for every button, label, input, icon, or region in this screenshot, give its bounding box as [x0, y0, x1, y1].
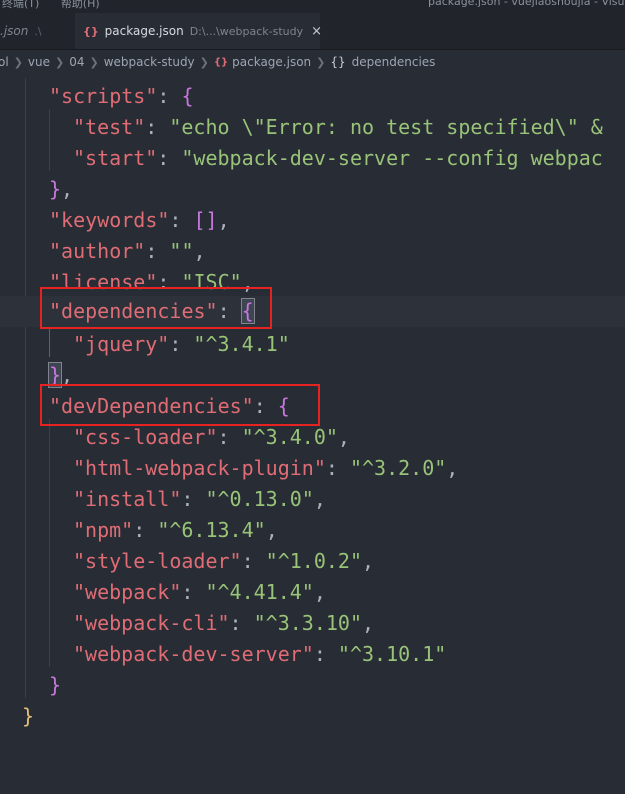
tab-package-json[interactable]: {} package.json D:\...\webpack-study × — [75, 13, 322, 49]
json-key: "keywords" — [49, 208, 170, 232]
json-string: "^0.13.0" — [205, 487, 314, 511]
json-string: "^3.2.0" — [349, 456, 447, 480]
breadcrumb: ol ❯ vue ❯ 04 ❯ webpack-study ❯ {} packa… — [0, 50, 625, 74]
json-key: "install" — [73, 487, 182, 511]
title-bar: 终端(T) 帮助(H) package.json - vuejiaoshouji… — [0, 0, 625, 13]
code-line: }, — [49, 177, 74, 201]
code-line: "webpack": "^4.41.4", — [73, 580, 326, 604]
json-key: "npm" — [73, 518, 134, 542]
json-string: "^1.0.2" — [265, 549, 362, 573]
close-icon[interactable]: × — [311, 24, 322, 39]
code-line: "install": "^0.13.0", — [73, 487, 326, 511]
json-key: "jquery" — [73, 332, 170, 356]
tab-bar: .json .\ {} package.json D:\...\webpack-… — [0, 13, 625, 50]
bracket: { — [181, 84, 194, 108]
annotation-box-devdependencies — [40, 384, 320, 426]
json-string: "^3.10.1" — [337, 642, 447, 666]
object-symbol-icon: {} — [330, 55, 346, 69]
breadcrumb-item-ol[interactable]: ol — [0, 55, 9, 69]
tab-previous-file[interactable]: .json .\ — [0, 13, 75, 49]
annotation-box-dependencies — [40, 287, 272, 329]
breadcrumb-item-file[interactable]: package.json — [232, 55, 311, 69]
chevron-right-icon: ❯ — [13, 55, 23, 69]
code-line: "keywords": [], — [49, 208, 230, 232]
breadcrumb-item-04[interactable]: 04 — [69, 55, 84, 69]
code-line: "author": "", — [49, 239, 206, 263]
json-key: "start" — [73, 146, 158, 170]
json-string: "" — [169, 239, 194, 263]
json-string: "^3.3.10" — [253, 611, 363, 635]
breadcrumb-item-webpack-study[interactable]: webpack-study — [104, 55, 195, 69]
code-line: "test": "echo \"Error: no test specified… — [73, 115, 603, 139]
code-line: } — [22, 704, 35, 728]
chevron-right-icon: ❯ — [316, 55, 326, 69]
json-key: "author" — [49, 239, 146, 263]
breadcrumb-item-vue[interactable]: vue — [28, 55, 50, 69]
code-line: "npm": "^6.13.4", — [73, 518, 278, 542]
code-line: "webpack-dev-server": "^3.10.1" — [73, 642, 447, 666]
json-string: "^4.41.4" — [205, 580, 314, 604]
code-line: "css-loader": "^3.4.0", — [73, 425, 350, 449]
code-line: } — [49, 673, 62, 697]
json-string: "webpack-dev-server --config webpac — [181, 146, 603, 170]
json-key: "css-loader" — [73, 425, 218, 449]
json-string: "^3.4.0" — [241, 425, 338, 449]
menu-item-terminal[interactable]: 终端(T) — [2, 0, 39, 10]
chevron-right-icon: ❯ — [199, 55, 209, 69]
code-line: "html-webpack-plugin": "^3.2.0", — [73, 456, 459, 480]
chevron-right-icon: ❯ — [55, 55, 65, 69]
json-string: "echo \"Error: no test specified\" & — [169, 115, 603, 139]
code-line: "style-loader": "^1.0.2", — [73, 549, 375, 573]
tab-path: .\ — [34, 24, 42, 38]
json-key: "webpack" — [73, 580, 182, 604]
menu-item-help[interactable]: 帮助(H) — [61, 0, 100, 10]
tab-label: .json — [0, 24, 29, 38]
json-file-icon: {} — [213, 56, 229, 68]
breadcrumb-item-symbol[interactable]: dependencies — [352, 55, 436, 69]
code-line: "webpack-cli": "^3.3.10", — [73, 611, 375, 635]
json-key: "scripts" — [49, 84, 158, 108]
chevron-right-icon: ❯ — [89, 55, 99, 69]
code-line: "scripts": { — [49, 84, 194, 108]
json-file-icon: {} — [83, 24, 99, 38]
json-string: "^6.13.4" — [157, 518, 266, 542]
tab-label: package.json — [104, 24, 184, 38]
code-line: "jquery": "^3.4.1" — [73, 332, 290, 356]
json-key: "html-webpack-plugin" — [73, 456, 326, 480]
json-key: "test" — [73, 115, 146, 139]
json-key: "webpack-cli" — [73, 611, 230, 635]
json-string: "^3.4.1" — [193, 332, 290, 356]
menu-bar: 终端(T) 帮助(H) — [2, 0, 118, 11]
json-key: "webpack-dev-server" — [73, 642, 314, 666]
window-title: package.json - vuejiaoshoujia - Visual S… — [428, 0, 625, 8]
tab-path: D:\...\webpack-study — [189, 24, 304, 38]
code-line: "start": "webpack-dev-server --config we… — [73, 146, 603, 170]
json-key: "style-loader" — [73, 549, 242, 573]
